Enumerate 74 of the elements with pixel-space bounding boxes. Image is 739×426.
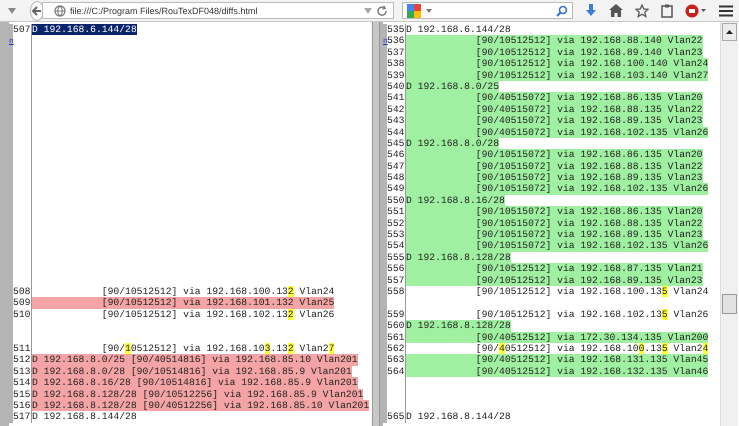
star-icon[interactable]	[635, 4, 649, 18]
line-number: 550	[387, 194, 404, 206]
line-number: 561	[387, 332, 404, 343]
line-number: 535	[387, 24, 404, 35]
url-text: file:///C:/Program Files/RouTexDF048/diffs.html	[70, 6, 258, 16]
line-number: 565	[387, 411, 404, 422]
line-number: 537	[387, 46, 404, 58]
scrollbar[interactable]	[720, 22, 738, 426]
line-number: 515	[13, 388, 30, 400]
scroll-thumb[interactable]	[722, 294, 737, 314]
line-number: 512	[13, 354, 30, 366]
download-icon[interactable]	[585, 4, 597, 18]
line-number: 553	[387, 229, 404, 240]
line-number: 562	[387, 342, 404, 354]
line-number: 509	[13, 297, 30, 308]
line-number: 563	[387, 354, 404, 366]
line-number: 558	[387, 286, 404, 297]
line-number: 541	[387, 92, 404, 104]
code-line: [90/10512512] via 192.168.100.132 Vlan24	[100, 286, 334, 298]
globe-icon	[54, 4, 66, 16]
menu-icon[interactable]	[719, 4, 733, 16]
up-arrow-icon	[726, 30, 733, 34]
line-number: 516	[13, 400, 30, 411]
line-number: 545	[387, 138, 404, 149]
line-number: 539	[387, 70, 404, 81]
line-number: 557	[387, 274, 404, 286]
dropdown-arrow-icon[interactable]	[8, 8, 16, 14]
code-line: [90/10512512] via 192.168.102.132 Vlan26	[100, 308, 334, 320]
code-line: [90/10512512] via 192.168.100.135 Vlan24	[474, 286, 708, 298]
next-diff-link[interactable]: n	[9, 37, 14, 46]
line-number: 564	[387, 366, 404, 377]
back-arrow-icon	[31, 4, 43, 16]
next-diff-link[interactable]: n	[383, 37, 388, 46]
line-number: 511	[13, 342, 30, 354]
line-number: 538	[387, 58, 404, 70]
scroll-up-button[interactable]	[722, 23, 737, 41]
search-field[interactable]	[402, 2, 573, 19]
line-number: 514	[13, 377, 30, 388]
line-number: 552	[387, 218, 404, 229]
line-number: 543	[387, 115, 404, 126]
line-number: 560	[387, 320, 404, 332]
line-number: 548	[387, 172, 404, 184]
line-number: 513	[13, 366, 30, 377]
line-number: 517	[13, 411, 30, 422]
line-number: 547	[387, 160, 404, 172]
line-number: 536	[387, 35, 404, 46]
code-line: [90/40512512] via 192.168.100.135 Vlan24	[474, 342, 708, 354]
search-engine-icon	[407, 4, 423, 18]
code-line: D 192.168.8.144/28	[32, 411, 137, 423]
reload-icon[interactable]	[376, 4, 388, 16]
line-number: 554	[387, 240, 404, 252]
line-number: 551	[387, 206, 404, 218]
adblock-icon[interactable]	[685, 4, 707, 18]
code-line: D 192.168.8.144/28	[406, 411, 511, 423]
code-line: [90/10512512] via 192.168.102.135 Vlan26	[474, 308, 708, 320]
line-number: 555	[387, 252, 404, 263]
dropdown-arrow-icon[interactable]	[426, 8, 432, 12]
code-line: D 192.168.6.144/28	[406, 24, 511, 36]
search-icon[interactable]	[556, 4, 568, 16]
line-number: 510	[13, 308, 30, 320]
clipboard-icon[interactable]	[661, 4, 673, 18]
line-number: 508	[13, 286, 30, 297]
line-number: 540	[387, 80, 404, 92]
line-number: 556	[387, 263, 404, 274]
line-number: 544	[387, 126, 404, 138]
dropdown-arrow-icon[interactable]	[364, 8, 372, 14]
home-icon[interactable]	[609, 4, 623, 17]
line-number: 549	[387, 183, 404, 194]
code-line: [90/10512512] via 192.168.103.132 Vlan27	[100, 342, 334, 354]
address-bar[interactable]: file:///C:/Program Files/RouTexDF048/diffs.html	[42, 2, 394, 19]
line-number: 507	[13, 24, 30, 35]
line-number: 546	[387, 149, 404, 160]
line-number: 559	[387, 308, 404, 320]
line-number: 542	[387, 104, 404, 115]
